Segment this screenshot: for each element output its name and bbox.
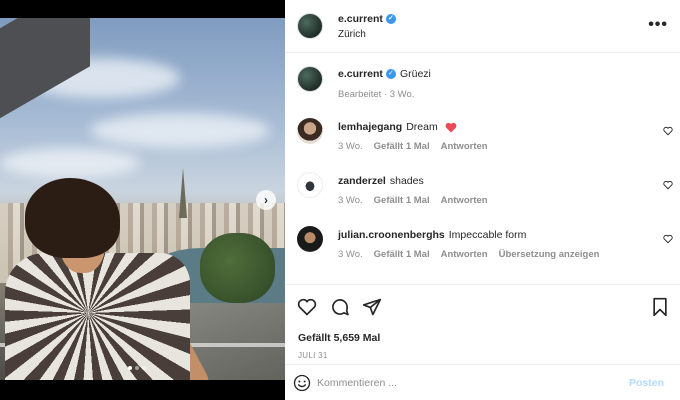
reply-button[interactable]: Antworten — [441, 249, 488, 260]
verified-badge-icon: ✓ — [385, 69, 396, 80]
caption-avatar[interactable] — [297, 66, 323, 92]
comment-icon[interactable] — [330, 297, 350, 317]
post-media: › — [0, 0, 285, 400]
commenter-avatar[interactable] — [297, 172, 323, 198]
author-avatar[interactable] — [297, 13, 323, 39]
post-side-panel: e.current ✓ Zürich ••• e.current ✓ Grüezi B… — [285, 0, 680, 400]
comment-input[interactable] — [317, 373, 617, 393]
caption-text-row: e.current ✓ Grüezi — [338, 68, 431, 80]
caption-meta: Bearbeitet · 3 Wo. — [338, 89, 415, 100]
comment-text: Impeccable form — [448, 229, 527, 241]
post-header: e.current ✓ Zürich ••• — [285, 0, 680, 53]
comment-like-heart-icon[interactable] — [663, 180, 673, 190]
comment-like-heart-icon[interactable] — [663, 126, 673, 136]
carousel-dot — [128, 366, 132, 370]
comment-username[interactable]: zanderzel — [338, 175, 386, 187]
comment-composer: Posten — [285, 364, 680, 400]
red-heart-emoji-icon — [445, 122, 457, 133]
more-horizontal-icon[interactable]: ••• — [648, 16, 668, 34]
post-location[interactable]: Zürich — [338, 29, 366, 40]
comment-text-row: lemhajegang Dream — [338, 121, 457, 133]
carousel-next-button[interactable]: › — [256, 190, 276, 210]
post-photo — [0, 18, 285, 380]
carousel-dot — [142, 366, 146, 370]
comments-list: e.current ✓ Grüezi Bearbeitet · 3 Wo. lemh… — [285, 54, 680, 284]
comment-age[interactable]: 3 Wo. — [338, 141, 363, 152]
commenter-avatar[interactable] — [297, 226, 323, 252]
emoji-icon[interactable] — [293, 374, 311, 392]
send-icon[interactable] — [362, 297, 382, 317]
comment-username[interactable]: julian.croonenberghs — [338, 229, 445, 241]
author-username[interactable]: e.current — [338, 13, 383, 25]
reply-button[interactable]: Antworten — [441, 195, 488, 206]
comment-age[interactable]: 3 Wo. — [338, 195, 363, 206]
post-modal: › e.current ✓ Zürich ••• e.current ✓ Grüezi… — [0, 0, 680, 400]
comment-meta: 3 Wo. Gefällt 1 Mal Antworten — [338, 195, 499, 206]
likes-count[interactable]: Gefällt 5,659 Mal — [298, 332, 380, 344]
post-actions-bar: Gefällt 5,659 Mal JULI 31 — [285, 284, 680, 364]
carousel-dots — [128, 366, 146, 370]
translate-button[interactable]: Übersetzung anzeigen — [499, 249, 600, 260]
post-date[interactable]: JULI 31 — [298, 351, 328, 360]
comment-meta: 3 Wo. Gefällt 1 Mal Antworten — [338, 141, 499, 152]
comment-meta: 3 Wo. Gefällt 1 Mal Antworten Übersetzung a… — [338, 249, 610, 260]
comment-likes[interactable]: Gefällt 1 Mal — [374, 195, 430, 206]
comment-text-row: zanderzel shades — [338, 175, 424, 187]
comment-like-heart-icon[interactable] — [663, 234, 673, 244]
comment-text: Dream — [406, 121, 438, 133]
caption-text: Grüezi — [399, 68, 431, 80]
heart-icon[interactable] — [297, 297, 317, 317]
post-comment-button[interactable]: Posten — [629, 377, 664, 389]
commenter-avatar[interactable] — [297, 118, 323, 144]
comment-likes[interactable]: Gefällt 1 Mal — [374, 141, 430, 152]
carousel-dot — [135, 366, 139, 370]
comment-text: shades — [389, 175, 424, 187]
author-username-row: e.current ✓ — [338, 13, 396, 25]
caption-username[interactable]: e.current — [338, 68, 383, 80]
comment-username[interactable]: lemhajegang — [338, 121, 402, 133]
bookmark-icon[interactable] — [650, 297, 670, 317]
reply-button[interactable]: Antworten — [441, 141, 488, 152]
comment-likes[interactable]: Gefällt 1 Mal — [374, 249, 430, 260]
verified-badge-icon: ✓ — [385, 14, 396, 25]
comment-text-row: julian.croonenberghs Impeccable form — [338, 229, 526, 241]
comment-age[interactable]: 3 Wo. — [338, 249, 363, 260]
